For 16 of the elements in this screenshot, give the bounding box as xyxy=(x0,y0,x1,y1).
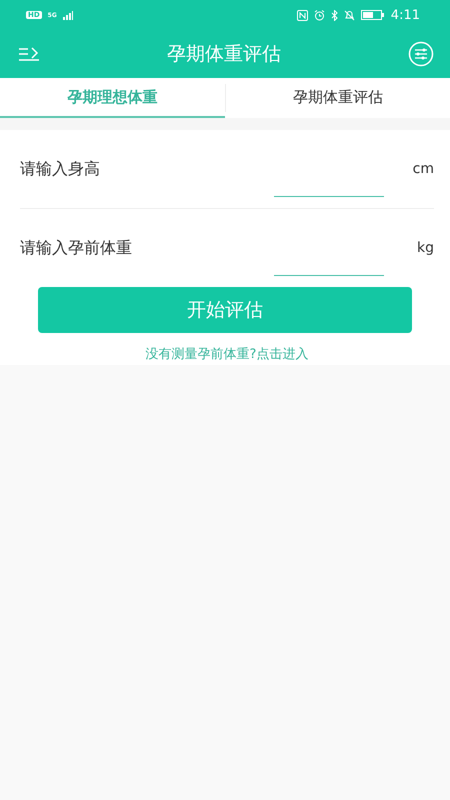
signal-icon xyxy=(62,10,73,20)
mute-bell-icon xyxy=(344,10,355,20)
field-label: 请输入孕前体重 xyxy=(20,238,133,258)
settings-sliders-icon[interactable] xyxy=(408,41,434,67)
alarm-icon xyxy=(314,10,325,20)
battery-icon xyxy=(360,10,385,20)
enter-link[interactable]: 没有测量孕前体重?点击进入 xyxy=(146,345,308,363)
page-title: 孕期体重评估 xyxy=(167,42,281,67)
clock-time: 4:11 xyxy=(390,8,420,22)
bluetooth-icon xyxy=(330,10,338,20)
unit-label: kg xyxy=(416,240,434,256)
nfc-icon xyxy=(296,10,308,20)
menu-expand-icon[interactable] xyxy=(18,46,40,62)
unit-label: cm xyxy=(412,161,434,177)
field-label: 请输入身高 xyxy=(20,158,101,180)
start-button[interactable]: 开始评估 xyxy=(38,287,412,333)
